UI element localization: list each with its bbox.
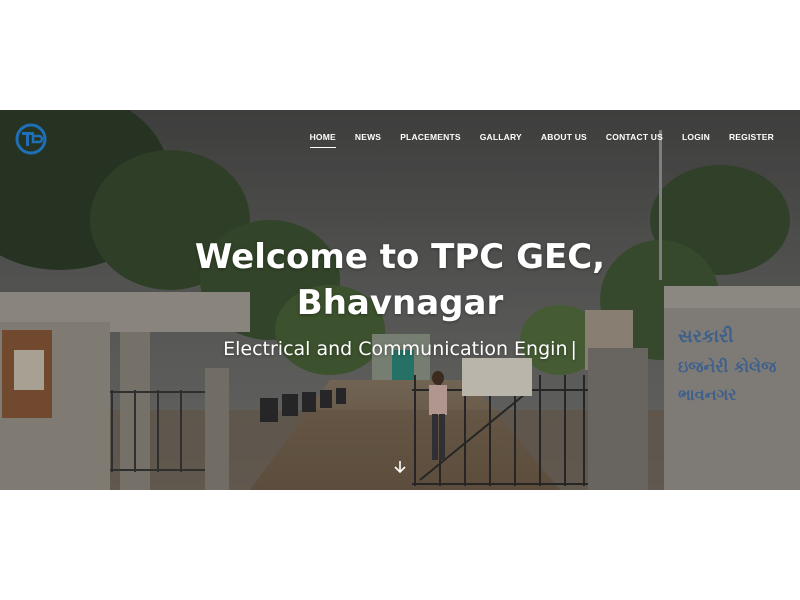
nav-login[interactable]: LOGIN [682, 132, 710, 148]
nav-contact-us[interactable]: CONTACT US [606, 132, 663, 148]
nav-about-us[interactable]: ABOUT US [541, 132, 587, 148]
hero-title-line-1: Welcome to TPC GEC, [194, 237, 606, 277]
typed-text: Electrical and Communication Engin [223, 338, 568, 360]
typed-cursor: | [570, 338, 577, 360]
main-nav: HOME NEWS PLACEMENTS GALLARY ABOUT US CO… [309, 132, 774, 148]
hero-banner: સરકારી ઇજનેરી કોલેજ ભાવનગર HOME NEWS PLA… [0, 110, 800, 490]
hero-typed-subtitle: Electrical and Communication Engin | [0, 338, 800, 360]
nav-home[interactable]: HOME [309, 132, 337, 148]
page: સરકારી ઇજનેરી કોલેજ ભાવનગર HOME NEWS PLA… [0, 0, 800, 600]
gate-sign-line-3: ભાવનગર [678, 385, 737, 404]
hero-title-line-2: Bhavnagar [296, 283, 504, 323]
college-logo-icon[interactable] [14, 122, 48, 156]
arrow-down-icon[interactable] [391, 458, 409, 476]
nav-placements[interactable]: PLACEMENTS [400, 132, 461, 148]
nav-news[interactable]: NEWS [355, 132, 381, 148]
nav-gallary[interactable]: GALLARY [480, 132, 522, 148]
gate-sign: સરકારી ઇજનેરી કોલેજ ભાવનગર [678, 325, 777, 404]
nav-register[interactable]: REGISTER [729, 132, 774, 148]
hero-title: Welcome to TPC GEC, Bhavnagar [0, 234, 800, 326]
